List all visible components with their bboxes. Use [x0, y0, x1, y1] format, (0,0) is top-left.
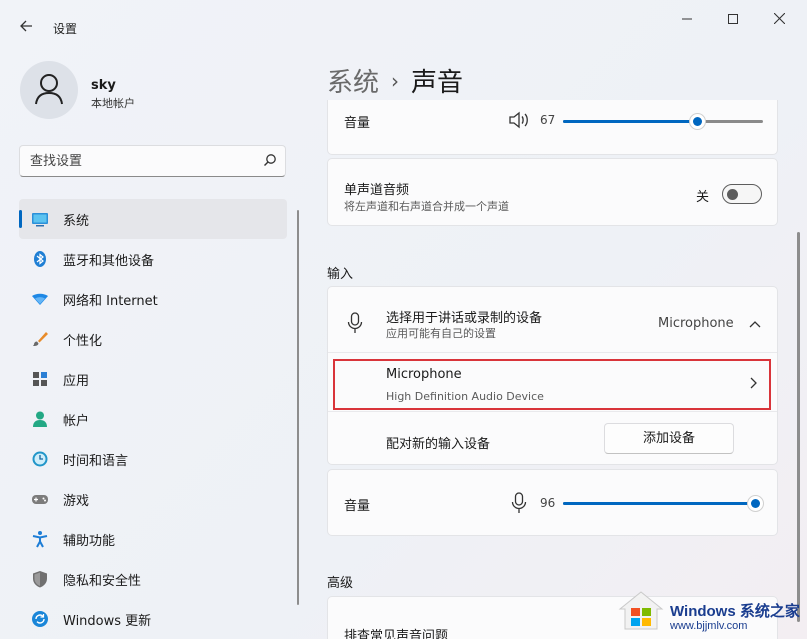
sidebar-item-label: Windows 更新 — [63, 614, 152, 629]
bluetooth-icon — [34, 251, 46, 267]
search-box[interactable] — [19, 145, 286, 177]
account-icon — [33, 411, 47, 427]
avatar[interactable] — [20, 61, 78, 119]
close-button[interactable] — [756, 8, 802, 32]
windows-logo-icon — [618, 591, 664, 630]
sidebar-item-label: 网络和 Internet — [63, 294, 158, 309]
app-title: 设置 — [53, 22, 78, 36]
watermark: Windows 系统之家 www.bjjmlv.com — [612, 580, 807, 639]
sidebar-item-label: 隐私和安全性 — [63, 574, 142, 589]
close-icon — [773, 12, 785, 25]
sidebar-item-label: 应用 — [63, 374, 90, 389]
user-name: sky — [91, 78, 116, 93]
sidebar-item-label: 个性化 — [63, 334, 103, 349]
maximize-button[interactable] — [710, 8, 756, 32]
input-volume-value: 96 — [540, 496, 556, 510]
back-button[interactable] — [14, 14, 38, 38]
sidebar-item-time-language[interactable]: 时间和语言 — [19, 439, 287, 479]
add-device-button[interactable]: 添加设备 — [604, 423, 734, 454]
input-device-title: 选择用于讲话或录制的设备 — [386, 311, 543, 326]
sidebar-item-network[interactable]: 网络和 Internet — [19, 279, 287, 319]
main-scrollbar[interactable] — [797, 232, 800, 622]
input-volume-slider[interactable] — [563, 495, 764, 512]
arrow-left-icon — [20, 20, 32, 32]
sidebar-item-accessibility[interactable]: 辅助功能 — [19, 519, 287, 559]
mono-audio-state: 关 — [696, 190, 710, 205]
accessibility-icon — [32, 531, 48, 548]
microphone-volume-icon[interactable] — [511, 492, 527, 514]
gaming-icon — [32, 495, 48, 504]
output-volume-card: 音量 67 — [327, 100, 778, 155]
pair-input-label: 配对新的输入设备 — [386, 437, 491, 452]
breadcrumb-parent[interactable]: 系统 — [327, 68, 379, 98]
minimize-icon — [682, 18, 692, 20]
watermark-url: www.bjjmlv.com — [670, 620, 748, 632]
sidebar-item-system[interactable]: 系统 — [19, 199, 287, 239]
output-volume-fill — [563, 120, 697, 123]
sidebar-item-personalization[interactable]: 个性化 — [19, 319, 287, 359]
output-volume-thumb[interactable] — [689, 113, 706, 130]
sidebar-scrollbar[interactable] — [297, 210, 299, 605]
divider — [328, 411, 777, 412]
windows-update-icon — [32, 611, 48, 627]
account-type: 本地帐户 — [91, 97, 135, 110]
sidebar-nav: 系统 蓝牙和其他设备 网络和 Internet 个性化 应用 帐户 时间和语言 — [19, 199, 287, 639]
highlight-annotation — [333, 359, 771, 410]
sidebar-item-label: 时间和语言 — [63, 454, 129, 469]
input-volume-label: 音量 — [344, 499, 371, 514]
sidebar-item-label: 系统 — [63, 214, 90, 229]
breadcrumb-separator: › — [391, 69, 400, 93]
mono-audio-desc: 将左声道和右声道合并成一个声道 — [344, 200, 509, 213]
sidebar-item-gaming[interactable]: 游戏 — [19, 479, 287, 519]
mono-audio-card: 单声道音频 将左声道和右声道合并成一个声道 关 — [327, 158, 778, 226]
shield-icon — [33, 571, 47, 588]
input-device-desc: 应用可能有自己的设置 — [386, 327, 496, 340]
troubleshoot-label: 排查常见声音问题 — [344, 629, 449, 639]
title-bar: 设置 — [0, 0, 807, 44]
network-icon — [32, 293, 48, 305]
input-section-title: 输入 — [327, 267, 354, 282]
output-volume-value: 67 — [540, 113, 556, 127]
sidebar-item-apps[interactable]: 应用 — [19, 359, 287, 399]
advanced-section-title: 高级 — [327, 576, 354, 591]
sidebar-item-label: 帐户 — [63, 414, 90, 429]
sidebar-item-windows-update[interactable]: Windows 更新 — [19, 599, 287, 639]
sidebar-item-label: 辅助功能 — [63, 534, 116, 549]
sidebar-item-label: 蓝牙和其他设备 — [63, 254, 155, 269]
breadcrumb: 系统 › 声音 — [327, 62, 463, 99]
sidebar-item-privacy[interactable]: 隐私和安全性 — [19, 559, 287, 599]
chevron-up-icon[interactable] — [749, 320, 761, 328]
mono-audio-toggle[interactable] — [722, 184, 762, 204]
sidebar-item-accounts[interactable]: 帐户 — [19, 399, 287, 439]
maximize-icon — [728, 14, 738, 24]
output-volume-slider[interactable] — [563, 113, 763, 130]
system-icon — [32, 213, 48, 227]
watermark-title: Windows 系统之家 — [670, 603, 800, 620]
minimize-button[interactable] — [664, 8, 710, 32]
main-content: 音量 67 单声道音频 将左声道和右声道合并成一个声道 关 输入 选择用于讲话或… — [327, 100, 779, 639]
speaker-icon[interactable] — [508, 111, 530, 129]
sidebar-item-label: 游戏 — [63, 494, 90, 509]
input-volume-card: 音量 96 — [327, 469, 778, 536]
time-language-icon — [32, 451, 48, 467]
input-device-selected: Microphone — [658, 316, 734, 331]
input-volume-thumb[interactable] — [747, 495, 764, 512]
toggle-knob — [727, 189, 738, 200]
input-volume-fill — [563, 502, 755, 505]
output-volume-label: 音量 — [344, 116, 371, 131]
sidebar-item-bluetooth[interactable]: 蓝牙和其他设备 — [19, 239, 287, 279]
search-icon[interactable] — [263, 153, 277, 167]
brush-icon — [33, 332, 48, 346]
mono-audio-title: 单声道音频 — [344, 183, 410, 198]
settings-window: 设置 sky 本地帐户 系统 蓝牙和其他设备 网络和 Internet — [0, 0, 807, 639]
microphone-icon — [347, 312, 363, 333]
apps-icon — [33, 372, 47, 386]
page-title: 声音 — [411, 68, 464, 98]
user-icon — [35, 74, 63, 105]
search-input[interactable] — [30, 152, 250, 170]
